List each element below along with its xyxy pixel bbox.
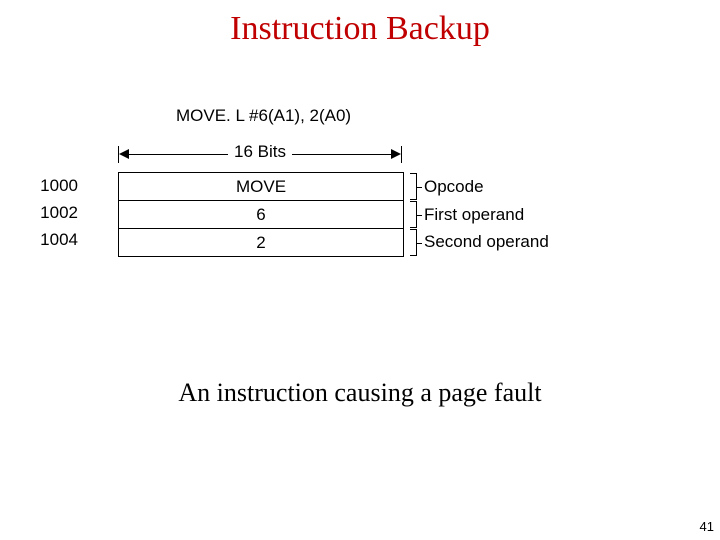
width-label: 16 Bits [228,142,292,162]
memory-table: MOVE 6 2 [118,172,404,257]
table-row: 2 [119,228,403,256]
annotation-second-operand: Second operand [424,232,549,252]
instruction-text: MOVE. L #6(A1), 2(A0) [176,106,351,126]
address-2: 1004 [34,230,78,250]
page-number: 41 [700,519,714,534]
table-row: MOVE [119,173,403,200]
annotation-opcode: Opcode [424,177,484,197]
instruction-diagram: MOVE. L #6(A1), 2(A0) 16 Bits 1000 1002 … [80,100,640,330]
brace-icon [406,229,417,256]
brace-icon [406,201,417,228]
page-title: Instruction Backup [0,10,720,48]
brace-icon [406,173,417,200]
table-row: 6 [119,200,403,228]
address-1: 1002 [34,203,78,223]
address-0: 1000 [34,176,78,196]
annotation-first-operand: First operand [424,205,524,225]
caption: An instruction causing a page fault [0,378,720,408]
width-dimension: 16 Bits [118,144,402,166]
